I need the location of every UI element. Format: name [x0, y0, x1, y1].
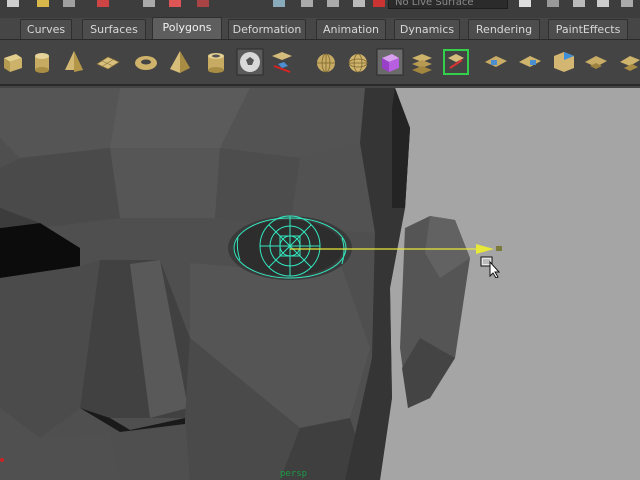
head-model[interactable]	[0, 88, 640, 480]
snap-point-icon[interactable]	[326, 0, 340, 8]
ipr-render-icon[interactable]	[546, 0, 560, 8]
save-scene-icon[interactable]	[62, 0, 76, 8]
paint-select-icon[interactable]	[168, 0, 182, 8]
select-tool-icon[interactable]	[96, 0, 110, 8]
perspective-viewport[interactable]: persp	[0, 88, 640, 480]
camera-label: persp	[280, 469, 308, 479]
soccer-ball-icon[interactable]	[234, 46, 266, 78]
tab-rendering[interactable]: Rendering	[468, 19, 540, 39]
manipulator-arrow-icon[interactable]	[476, 244, 494, 254]
poly-pipe-icon[interactable]	[200, 46, 232, 78]
render-view-icon[interactable]	[596, 0, 610, 8]
split-polygon-icon[interactable]	[266, 46, 298, 78]
move-tool-icon[interactable]	[196, 0, 210, 8]
poly-cube-icon[interactable]	[0, 46, 28, 78]
wedge-icon[interactable]	[514, 46, 546, 78]
poly-plane-icon[interactable]	[92, 46, 124, 78]
poly-cone-icon[interactable]	[58, 46, 90, 78]
tab-surfaces[interactable]: Surfaces	[82, 19, 146, 39]
bridge-icon[interactable]	[440, 46, 472, 78]
mouse-cursor-icon	[480, 256, 501, 278]
tab-deformation[interactable]: Deformation	[228, 19, 306, 39]
open-scene-icon[interactable]	[36, 0, 50, 8]
cut-faces-icon[interactable]	[480, 46, 512, 78]
hypershade-icon[interactable]	[620, 0, 634, 8]
shelf-tabs: Curves Surfaces Polygons Deformation Ani…	[0, 17, 640, 40]
status-line: No Live Surface	[0, 0, 640, 18]
sphere-icon[interactable]	[342, 46, 374, 78]
tab-painteffects[interactable]: PaintEffects	[548, 19, 628, 39]
lasso-tool-icon[interactable]	[142, 0, 156, 8]
tab-dynamics[interactable]: Dynamics	[394, 19, 460, 39]
cube-highlighted-icon[interactable]	[374, 46, 406, 78]
render-settings-icon[interactable]	[572, 0, 586, 8]
make-live-icon[interactable]	[372, 0, 386, 8]
mirror-icon[interactable]	[580, 46, 612, 78]
snap-curve-icon[interactable]	[300, 0, 314, 8]
extract-icon[interactable]	[406, 46, 438, 78]
poly-torus-icon[interactable]	[130, 46, 162, 78]
combine-icon[interactable]	[310, 46, 342, 78]
new-scene-icon[interactable]	[6, 0, 20, 8]
shelf	[0, 40, 640, 86]
poly-cylinder-icon[interactable]	[26, 46, 58, 78]
snap-grid-icon[interactable]	[272, 0, 286, 8]
tab-polygons[interactable]: Polygons	[152, 17, 222, 39]
poly-pyramid-icon[interactable]	[164, 46, 196, 78]
plane-faces-icon[interactable]	[614, 46, 640, 78]
render-frame-icon[interactable]	[518, 0, 532, 8]
tab-curves[interactable]: Curves	[20, 19, 72, 39]
smooth-icon[interactable]	[548, 46, 580, 78]
snap-view-icon[interactable]	[352, 0, 366, 8]
tab-animation[interactable]: Animation	[316, 19, 386, 39]
live-surface-field[interactable]: No Live Surface	[388, 0, 508, 9]
